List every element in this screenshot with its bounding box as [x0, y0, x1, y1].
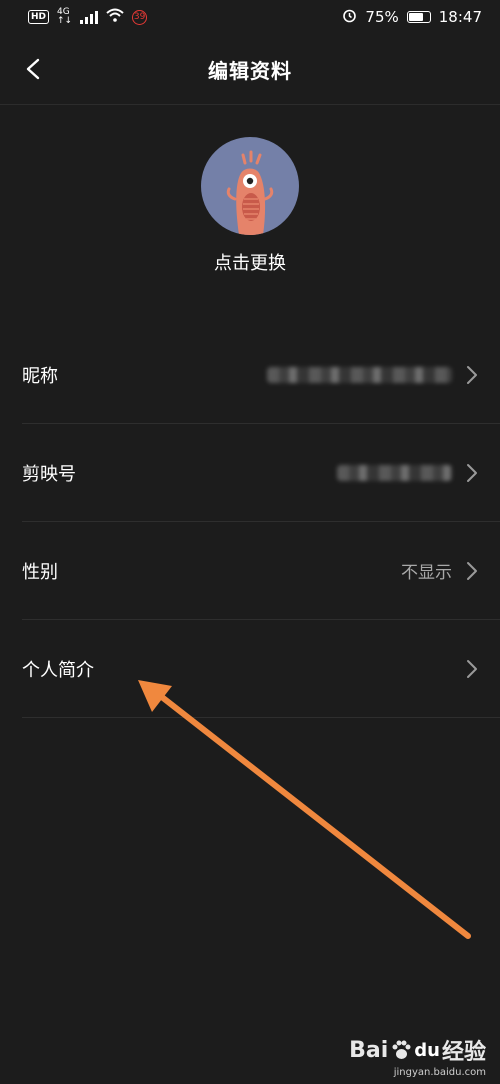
back-button[interactable]: [18, 54, 48, 84]
signal-icon: [80, 10, 99, 24]
chevron-left-icon: [26, 58, 40, 80]
watermark-url: jingyan.baidu.com: [393, 1067, 486, 1078]
row-gender[interactable]: 性别 不显示: [22, 522, 500, 620]
row-nickname[interactable]: 昵称: [22, 326, 500, 424]
watermark-suffix: 经验: [441, 1040, 486, 1065]
row-bio[interactable]: 个人简介: [22, 620, 500, 718]
nav-header: 编辑资料: [0, 34, 500, 105]
row-label: 个人简介: [22, 659, 94, 681]
chevron-right-icon: [466, 561, 478, 581]
blurred-value: [337, 464, 452, 481]
watermark-du: du: [414, 1039, 440, 1061]
paw-icon: [392, 1040, 411, 1059]
page-title: 编辑资料: [208, 58, 292, 83]
status-right: 75% 18:47: [342, 8, 482, 27]
battery-icon: [406, 11, 431, 23]
row-label: 昵称: [22, 365, 58, 387]
status-bar: HD 4G ↑↓ 39 75% 18:47: [0, 0, 500, 34]
mascot-icon: [226, 150, 274, 235]
profile-section: 点击更换: [0, 137, 500, 275]
change-avatar-link[interactable]: 点击更换: [214, 249, 286, 275]
profile-list: 昵称 剪映号 性别 不显示 个人简介: [0, 326, 500, 718]
hd-icon: HD: [28, 10, 50, 24]
gender-value: 不显示: [401, 563, 452, 583]
notification-badge-icon: 39: [132, 9, 148, 25]
avatar[interactable]: [201, 137, 299, 235]
network-activity: ↑↓: [57, 16, 73, 26]
wifi-icon: [106, 8, 124, 26]
status-left: HD 4G ↑↓ 39: [28, 8, 148, 26]
row-label: 剪映号: [22, 463, 76, 485]
battery-percent: 75%: [365, 8, 399, 26]
alarm-icon: [342, 8, 357, 27]
chevron-right-icon: [466, 463, 478, 483]
network-indicator: 4G ↑↓: [57, 8, 72, 26]
row-label: 性别: [22, 561, 58, 583]
clock: 18:47: [438, 8, 482, 26]
watermark: Bai du 经验 jingyan.baidu.com: [349, 1034, 486, 1079]
row-jianying-id[interactable]: 剪映号: [22, 424, 500, 522]
watermark-brand: Bai: [349, 1037, 389, 1063]
chevron-right-icon: [466, 659, 478, 679]
chevron-right-icon: [466, 365, 478, 385]
blurred-value: [267, 366, 452, 383]
